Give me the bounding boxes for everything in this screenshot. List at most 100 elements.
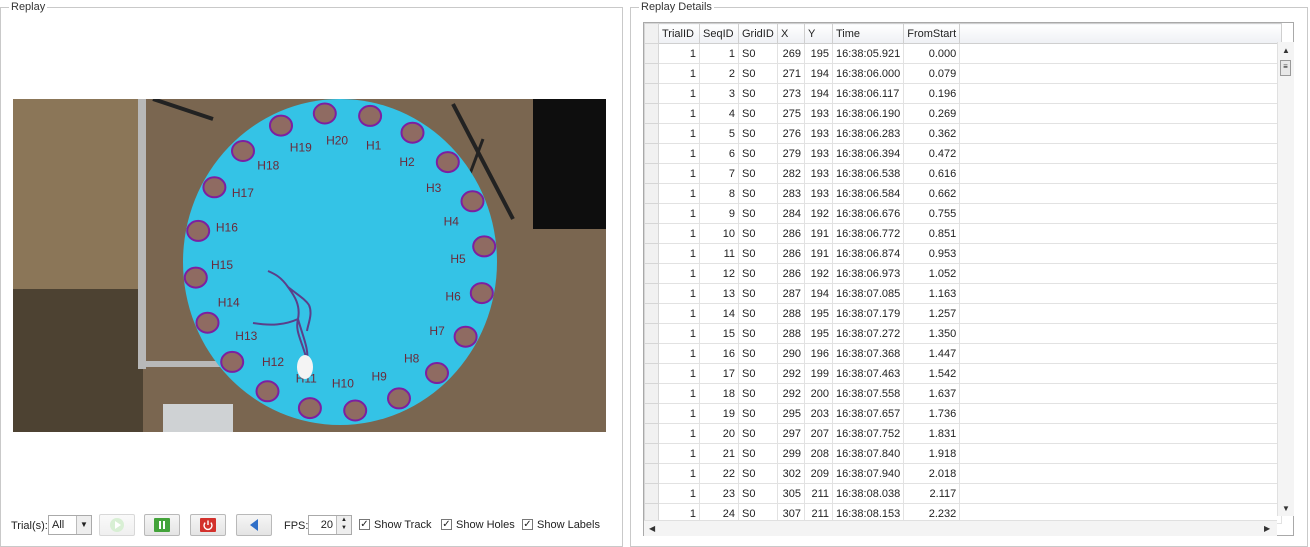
table-cell-seqid[interactable]: 15 [699, 323, 739, 344]
table-cell-seqid[interactable]: 20 [699, 423, 739, 444]
table-cell-y[interactable]: 193 [804, 183, 833, 204]
table-cell-time[interactable]: 16:38:06.973 [831, 263, 905, 284]
table-cell-time[interactable]: 16:38:07.940 [831, 463, 905, 484]
table-cell-fromstart[interactable]: 0.662 [903, 183, 961, 204]
table-cell-gridid[interactable]: S0 [738, 163, 778, 184]
table-cell-trialid[interactable]: 1 [658, 83, 700, 104]
vertical-scrollbar[interactable]: ▲ ≡ ▼ [1277, 42, 1294, 516]
table-cell-time[interactable]: 16:38:06.117 [831, 83, 905, 104]
row-header[interactable] [644, 203, 659, 224]
table-cell-seqid[interactable]: 10 [699, 223, 739, 244]
stop-button[interactable] [190, 514, 226, 536]
table-cell-seqid[interactable]: 12 [699, 263, 739, 284]
column-header-seqid[interactable]: SeqID [699, 23, 739, 44]
table-cell-gridid[interactable]: S0 [738, 283, 778, 304]
table-cell-y[interactable]: 195 [804, 303, 833, 324]
table-cell-gridid[interactable]: S0 [738, 443, 778, 464]
table-cell-x[interactable]: 286 [777, 263, 805, 284]
table-cell-trialid[interactable]: 1 [658, 203, 700, 224]
table-cell-seqid[interactable]: 2 [699, 63, 739, 84]
table-row[interactable]: 1 5 S0 276 193 16:38:06.283 0.362 [644, 123, 1283, 144]
table-cell-gridid[interactable]: S0 [738, 403, 778, 424]
table-cell-trialid[interactable]: 1 [658, 63, 700, 84]
table-row[interactable]: 1 4 S0 275 193 16:38:06.190 0.269 [644, 103, 1283, 124]
table-row[interactable]: 1 22 S0 302 209 16:38:07.940 2.018 [644, 463, 1283, 484]
row-header[interactable] [644, 63, 659, 84]
table-cell-fromstart[interactable]: 0.000 [903, 43, 961, 64]
table-cell-trialid[interactable]: 1 [658, 123, 700, 144]
table-cell-x[interactable]: 292 [777, 383, 805, 404]
table-cell-y[interactable]: 191 [804, 223, 833, 244]
table-row[interactable]: 1 17 S0 292 199 16:38:07.463 1.542 [644, 363, 1283, 384]
table-cell-time[interactable]: 16:38:08.038 [831, 483, 905, 504]
table-cell-time[interactable]: 16:38:06.283 [831, 123, 905, 144]
table-cell-gridid[interactable]: S0 [738, 263, 778, 284]
table-cell-x[interactable]: 292 [777, 363, 805, 384]
table-cell-trialid[interactable]: 1 [658, 363, 700, 384]
step-back-button[interactable] [236, 514, 272, 536]
table-cell-gridid[interactable]: S0 [738, 343, 778, 364]
table-cell-trialid[interactable]: 1 [658, 143, 700, 164]
table-cell-time[interactable]: 16:38:06.190 [831, 103, 905, 124]
table-cell-trialid[interactable]: 1 [658, 183, 700, 204]
table-cell-y[interactable]: 191 [804, 243, 833, 264]
table-cell-x[interactable]: 271 [777, 63, 805, 84]
table-cell-seqid[interactable]: 13 [699, 283, 739, 304]
table-cell-x[interactable]: 273 [777, 83, 805, 104]
table-cell-time[interactable]: 16:38:06.394 [831, 143, 905, 164]
show-labels-checkbox[interactable]: ✓ [522, 519, 533, 530]
scroll-right-icon[interactable]: ▶ [1264, 524, 1270, 533]
table-cell-trialid[interactable]: 1 [658, 103, 700, 124]
table-cell-fromstart[interactable]: 1.831 [903, 423, 961, 444]
table-cell-seqid[interactable]: 16 [699, 343, 739, 364]
row-header[interactable] [644, 343, 659, 364]
row-header[interactable] [644, 323, 659, 344]
table-cell-fromstart[interactable]: 1.918 [903, 443, 961, 464]
table-row[interactable]: 1 12 S0 286 192 16:38:06.973 1.052 [644, 263, 1283, 284]
row-header[interactable] [644, 263, 659, 284]
table-cell-trialid[interactable]: 1 [658, 443, 700, 464]
table-cell-trialid[interactable]: 1 [658, 243, 700, 264]
table-cell-fromstart[interactable]: 1.163 [903, 283, 961, 304]
table-cell-seqid[interactable]: 4 [699, 103, 739, 124]
table-cell-gridid[interactable]: S0 [738, 103, 778, 124]
table-cell-y[interactable]: 195 [804, 43, 833, 64]
table-cell-gridid[interactable]: S0 [738, 483, 778, 504]
table-cell-y[interactable]: 193 [804, 103, 833, 124]
horizontal-scrollbar[interactable]: ◀ ▶ [644, 520, 1277, 536]
table-cell-y[interactable]: 200 [804, 383, 833, 404]
table-cell-seqid[interactable]: 11 [699, 243, 739, 264]
table-cell-seqid[interactable]: 18 [699, 383, 739, 404]
table-cell-x[interactable]: 302 [777, 463, 805, 484]
table-cell-seqid[interactable]: 3 [699, 83, 739, 104]
table-cell-x[interactable]: 276 [777, 123, 805, 144]
table-cell-y[interactable]: 192 [804, 263, 833, 284]
table-cell-trialid[interactable]: 1 [658, 323, 700, 344]
table-cell-fromstart[interactable]: 2.117 [903, 483, 961, 504]
row-header[interactable] [644, 43, 659, 64]
table-row[interactable]: 1 3 S0 273 194 16:38:06.117 0.196 [644, 83, 1283, 104]
row-header[interactable] [644, 143, 659, 164]
row-header[interactable] [644, 463, 659, 484]
table-cell-y[interactable]: 194 [804, 83, 833, 104]
table-cell-gridid[interactable]: S0 [738, 183, 778, 204]
column-header-fromstart[interactable]: FromStart [903, 23, 961, 44]
table-cell-time[interactable]: 16:38:06.538 [831, 163, 905, 184]
row-header[interactable] [644, 243, 659, 264]
table-cell-gridid[interactable]: S0 [738, 383, 778, 404]
table-cell-fromstart[interactable]: 0.851 [903, 223, 961, 244]
table-cell-time[interactable]: 16:38:05.921 [831, 43, 905, 64]
row-header[interactable] [644, 423, 659, 444]
table-cell-x[interactable]: 297 [777, 423, 805, 444]
table-cell-y[interactable]: 199 [804, 363, 833, 384]
table-cell-time[interactable]: 16:38:06.772 [831, 223, 905, 244]
show-track-checkbox[interactable]: ✓ [359, 519, 370, 530]
table-cell-seqid[interactable]: 7 [699, 163, 739, 184]
table-cell-fromstart[interactable]: 0.362 [903, 123, 961, 144]
table-cell-y[interactable]: 194 [804, 283, 833, 304]
table-cell-x[interactable]: 295 [777, 403, 805, 424]
table-cell-trialid[interactable]: 1 [658, 423, 700, 444]
table-row[interactable]: 1 2 S0 271 194 16:38:06.000 0.079 [644, 63, 1283, 84]
row-header[interactable] [644, 163, 659, 184]
table-cell-gridid[interactable]: S0 [738, 83, 778, 104]
